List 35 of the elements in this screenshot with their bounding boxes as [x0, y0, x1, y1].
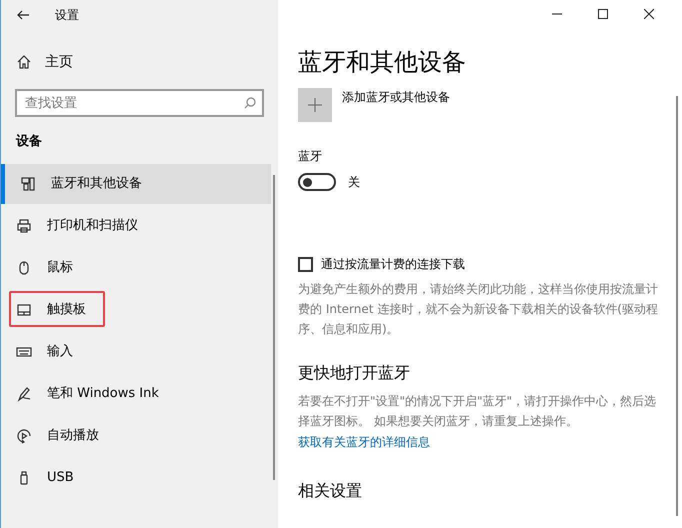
autoplay-icon [16, 428, 32, 444]
sidebar-item[interactable]: 输入 [1, 332, 271, 372]
details-link[interactable]: 获取有关蓝牙的详细信息 [298, 433, 430, 451]
touchpad-icon [16, 302, 32, 318]
window-title: 设置 [55, 7, 79, 24]
metered-description: 为避免产生额外的费用，请始终关闭此功能，这样当你使用按流量计费的 Internet 连接时，就不会为新设备下载相关的设备软件(驱动程序、信息和应用)。 [298, 281, 658, 338]
sidebar-item[interactable]: 触摸板 [1, 290, 271, 330]
sidebar-item[interactable]: 自动播放 [1, 416, 271, 456]
checkbox[interactable] [298, 256, 313, 272]
sidebar-item[interactable]: 鼠标 [1, 248, 271, 288]
toggle-state: 关 [348, 174, 360, 191]
section-heading: 相关设置 [298, 481, 363, 501]
devices-icon [20, 176, 36, 192]
add-device-button[interactable]: 添加蓝牙或其他设备 [298, 88, 682, 122]
maximize-icon [598, 9, 608, 19]
page-title: 蓝牙和其他设备 [298, 47, 467, 78]
home-nav-item[interactable]: 主页 [1, 46, 278, 78]
sidebar-item[interactable]: USB [1, 458, 271, 498]
home-icon [17, 55, 31, 69]
printer-icon [16, 218, 32, 234]
bluetooth-label: 蓝牙 [298, 148, 323, 165]
search-icon [244, 97, 256, 109]
sidebar-item[interactable]: 蓝牙和其他设备 [1, 164, 271, 204]
search-field[interactable]: 查找设置 [15, 89, 264, 117]
metered-checkbox[interactable]: 通过按流量计费的连接下载 [298, 255, 465, 273]
plus-icon [308, 98, 322, 112]
sidebar-item[interactable]: 打印机和扫描仪 [1, 206, 271, 246]
section-heading: 更快地打开蓝牙 [298, 362, 411, 384]
bluetooth-toggle[interactable] [298, 173, 336, 191]
faster-description: 若要在不打开"设置"的情况下开启"蓝牙"，请打开操作中心，然后选择蓝牙图标。 如果想要关闭蓝牙，请重复上述操作。 [298, 393, 658, 430]
pen-icon [16, 386, 32, 402]
sidebar-item[interactable]: 笔和 Windows Ink [1, 374, 271, 414]
back-arrow-icon [17, 10, 29, 20]
close-icon [644, 9, 654, 19]
section-heading: 设备 [16, 133, 43, 151]
